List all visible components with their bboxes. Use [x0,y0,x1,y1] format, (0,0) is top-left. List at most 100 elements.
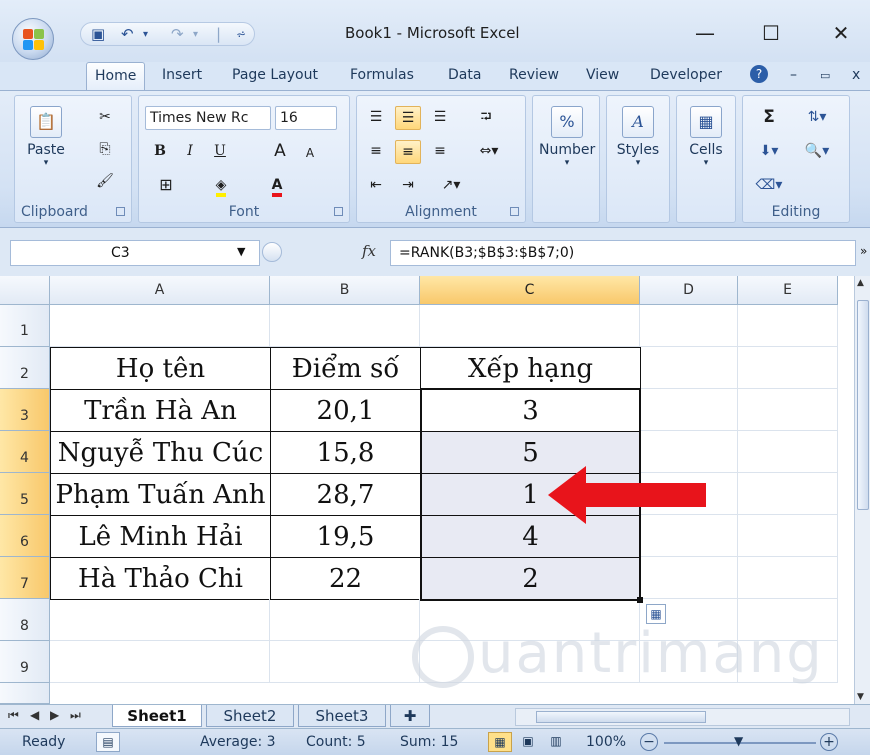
font-family-select[interactable]: Times New Rc [145,106,271,130]
redo-icon[interactable]: ↷ [171,25,184,43]
zoom-in-icon[interactable]: + [820,733,838,751]
align-top-icon[interactable]: ☰ [363,106,389,130]
clear-icon[interactable]: ⌫▾ [749,174,789,198]
maximize-button[interactable]: ☐ [756,18,786,48]
row-header-3[interactable]: 3 [0,389,50,431]
cell-e7[interactable] [738,557,838,599]
vertical-scrollbar[interactable]: ▲ ▼ [854,276,870,704]
column-header-b[interactable]: B [270,276,420,305]
tab-page-layout[interactable]: Page Layout [232,67,318,83]
merge-center-icon[interactable]: ⇔▾ [469,140,509,164]
cell-a1[interactable] [50,305,270,347]
vertical-scroll-thumb[interactable] [857,300,869,510]
cell-a7[interactable]: Hà Thảo Chi [50,557,271,600]
sheet-tab-sheet2[interactable]: Sheet2 [206,705,294,727]
cell-e3[interactable] [738,389,838,431]
tab-formulas[interactable]: Formulas [350,67,414,83]
ribbon-restore-icon[interactable]: ▭ [820,69,830,82]
row-header-1[interactable]: 1 [0,305,50,347]
borders-icon[interactable]: ⊞ [149,174,183,198]
macro-record-icon[interactable]: ▤ [96,732,120,752]
help-icon[interactable]: ? [750,65,768,83]
page-break-view-icon[interactable]: ▥ [544,732,568,752]
cell-e2[interactable] [738,347,838,389]
page-layout-view-icon[interactable]: ▣ [516,732,540,752]
tab-review[interactable]: Review [509,67,559,83]
prev-sheet-icon[interactable]: ◀ [30,708,39,722]
cell-b3[interactable]: 20,1 [270,389,421,432]
sheet-tab-sheet3[interactable]: Sheet3 [298,705,386,727]
row-header-8[interactable]: 8 [0,599,50,641]
column-header-d[interactable]: D [640,276,738,305]
row-header-4[interactable]: 4 [0,431,50,473]
header-ho-ten[interactable]: Họ tên [50,347,271,390]
cell-e1[interactable] [738,305,838,347]
zoom-level[interactable]: 100% [586,734,626,750]
cell-b8[interactable] [270,599,420,641]
undo-dropdown-icon[interactable]: ▾ [143,29,148,40]
tab-insert[interactable]: Insert [162,67,202,83]
cell-b9[interactable] [270,641,420,683]
cells-button[interactable]: ▦ Cells ▾ [679,102,733,190]
cell-d1[interactable] [640,305,738,347]
font-launcher-icon[interactable] [334,207,343,216]
cell-e5[interactable] [738,473,838,515]
fill-handle[interactable] [637,597,643,603]
paste-button[interactable]: 📋 Paste ▾ [19,102,73,190]
row-header-2[interactable]: 2 [0,347,50,389]
cell-b6[interactable]: 19,5 [270,515,421,558]
font-size-select[interactable]: 16 [275,106,337,130]
styles-button[interactable]: A Styles ▾ [611,102,665,190]
horizontal-scroll-thumb[interactable] [536,711,706,723]
select-all-corner[interactable] [0,276,50,305]
decrease-indent-icon[interactable]: ⇤ [363,174,389,198]
copy-icon[interactable]: ⎘ [93,138,117,162]
align-right-icon[interactable]: ≡ [427,140,453,164]
cell-b7[interactable]: 22 [270,557,421,600]
zoom-out-icon[interactable]: − [640,733,658,751]
increase-indent-icon[interactable]: ⇥ [395,174,421,198]
redo-dropdown-icon[interactable]: ▾ [193,29,198,40]
bold-button[interactable]: B [149,140,171,164]
align-left-icon[interactable]: ≡ [363,140,389,164]
row-header-6[interactable]: 6 [0,515,50,557]
cell-d3[interactable] [640,389,738,431]
save-icon[interactable]: ▣ [91,25,105,43]
cell-d7[interactable] [640,557,738,599]
header-diem-so[interactable]: Điểm số [270,347,421,390]
scroll-down-icon[interactable]: ▼ [857,692,864,702]
align-bottom-icon[interactable]: ☰ [427,106,453,130]
cell-a6[interactable]: Lê Minh Hải [50,515,271,558]
column-header-c[interactable]: C [420,276,640,305]
underline-button[interactable]: U [209,140,231,164]
worksheet-grid[interactable]: A B C D E 1 2 3 4 5 6 7 8 9 Họ tên Điểm … [0,276,870,704]
cell-c1[interactable] [420,305,640,347]
cell-b4[interactable]: 15,8 [270,431,421,474]
italic-button[interactable]: I [179,140,201,164]
row-header-9[interactable]: 9 [0,641,50,683]
find-select-icon[interactable]: 🔍▾ [795,140,839,164]
minimize-button[interactable]: — [690,18,720,48]
shrink-font-button[interactable]: A [299,142,321,166]
grow-font-button[interactable]: A [269,140,291,164]
close-button[interactable]: ✕ [826,18,856,48]
cell-a4[interactable]: Nguyễ Thu Cúc [50,431,271,474]
tab-home[interactable]: Home [86,62,146,92]
clipboard-launcher-icon[interactable] [116,207,125,216]
cell-c3[interactable]: 3 [420,389,641,432]
cell-b5[interactable]: 28,7 [270,473,421,516]
alignment-launcher-icon[interactable] [510,207,519,216]
office-button[interactable] [12,18,54,60]
row-header-10[interactable] [0,683,50,704]
customize-qat-icon[interactable]: ⩫ [236,27,246,41]
format-painter-icon[interactable]: 🖌 [93,170,117,194]
wrap-text-icon[interactable]: ⮒ [473,106,499,130]
name-box[interactable]: C3 [10,240,260,266]
insert-sheet-icon[interactable]: ✚ [390,705,430,727]
align-center-icon[interactable]: ≡ [395,140,421,164]
font-color-button[interactable]: A [257,174,297,198]
ribbon-close-icon[interactable]: x [852,67,860,83]
cell-d2[interactable] [640,347,738,389]
last-sheet-icon[interactable]: ⏭ [70,708,81,723]
row-header-5[interactable]: 5 [0,473,50,515]
